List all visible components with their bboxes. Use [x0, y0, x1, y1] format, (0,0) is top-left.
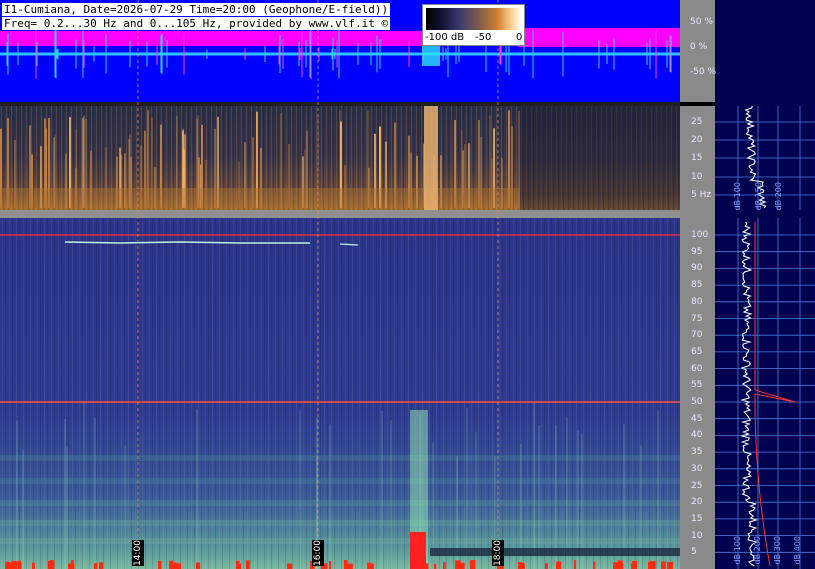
separator-mid — [0, 210, 680, 218]
high-band-red-blob — [434, 563, 437, 569]
low-band-axis-label: 15 — [691, 153, 703, 163]
high-band-red-blob — [99, 562, 104, 569]
waveform-axis-label: -50 % — [690, 67, 717, 77]
bottom-dark-band — [430, 548, 680, 556]
high-band-red-blob — [347, 563, 353, 569]
colorbar-label-max: 0 — [516, 32, 523, 43]
high-band-red-blob — [288, 563, 293, 569]
high-band-red-blob — [574, 560, 577, 569]
colorbar: -100 dB -50 0 — [422, 4, 525, 46]
colorbar-label-mid: -50 — [475, 32, 492, 43]
high-band-red-blob — [71, 560, 74, 569]
profile-lower-label: dB 300 — [773, 536, 782, 565]
high-band-red-blob — [621, 563, 624, 569]
high-band-red-blob — [545, 563, 548, 569]
high-band-red-blob — [650, 560, 656, 569]
high-band-red-blob — [632, 560, 638, 569]
high-band-red-blob — [246, 560, 250, 569]
time-axis-label: 14:00 — [132, 540, 144, 566]
high-band-red-blob — [661, 561, 666, 569]
low-band-axis-label: 25 — [691, 117, 703, 127]
high-band-axis-label: 70 — [691, 330, 703, 341]
high-band-red-blob — [48, 560, 51, 569]
waveform-axis-label: 50 % — [690, 17, 713, 27]
high-band-red-blob — [19, 562, 22, 569]
high-band-red-blob — [236, 563, 241, 569]
high-band-red-blob — [370, 563, 374, 569]
low-band-axis-label: 5 Hz — [691, 190, 712, 200]
high-band-red-blob — [8, 562, 14, 569]
header-frequency: Freq= 0.2...30 Hz and 0...105 Hz, provid… — [2, 17, 391, 30]
high-band-axis-label: 85 — [691, 280, 703, 291]
high-band-axis-label: 50 — [691, 397, 703, 407]
high-band-red-blob — [32, 562, 35, 569]
profile-lower-label: dB 400 — [793, 536, 802, 565]
high-band-axis-label: 40 — [691, 430, 703, 441]
high-band-red-blob — [470, 560, 476, 569]
high-band-red-blob — [329, 561, 332, 569]
high-band-axis-label: 80 — [691, 296, 703, 307]
high-band-red-blob — [196, 562, 201, 569]
high-band-axis-label: 5 — [691, 547, 697, 558]
low-band-bright-burst — [424, 106, 438, 210]
high-band-axis-label: 90 — [691, 263, 703, 274]
high-band-axis-label: 100 — [691, 230, 709, 240]
profile-upper-label: dB 150 — [754, 182, 763, 211]
waveform-magenta-band — [0, 31, 425, 46]
high-band-red-blob — [170, 562, 176, 569]
low-band-dark-right — [520, 106, 680, 210]
low-band-axis-label: 20 — [691, 135, 703, 145]
high-band-axis-label: 15 — [691, 513, 703, 524]
high-band-red-blob — [424, 563, 429, 569]
profile-lower-label: dB 100 — [733, 536, 742, 565]
waveform-axis-label: 0 % — [690, 42, 708, 52]
high-band-red-blob — [459, 562, 465, 569]
high-band-red-blob — [443, 562, 446, 569]
profile-upper-label: dB 200 — [774, 182, 783, 211]
high-band-axis-label: 25 — [691, 480, 703, 491]
high-band-axis-label: 75 — [691, 313, 703, 324]
header-title: I1-Cumiana, Date=2026-07-29 Time=20:00 (… — [2, 3, 391, 16]
profile-lower-label: dB 200 — [753, 536, 762, 565]
high-band-axis-label: 45 — [691, 413, 703, 424]
high-band-red-blob — [556, 561, 562, 569]
high-band-red-blob — [158, 560, 162, 569]
high-band-axis-label: 35 — [691, 447, 703, 458]
high-band-axis-label: 30 — [691, 463, 703, 474]
high-band-red-blob — [613, 562, 619, 569]
low-band-axis-label: 10 — [691, 172, 703, 182]
profile-upper-label: dB 100 — [733, 182, 742, 211]
high-band-axis-label: 10 — [691, 530, 703, 541]
burst-red — [410, 532, 426, 569]
high-band-red-blob — [94, 563, 98, 569]
time-axis-label: 16:00 — [312, 540, 324, 566]
low-band-floor — [0, 188, 520, 210]
colorbar-label-min: -100 dB — [425, 32, 465, 43]
high-band-axis-label: 95 — [691, 246, 703, 257]
high-band-red-blob — [520, 563, 525, 569]
separator-top — [0, 102, 680, 106]
high-band-axis-label: 20 — [691, 497, 703, 508]
high-band-red-blob — [344, 560, 348, 569]
high-band-red-blob — [176, 563, 181, 569]
separator-mid-scale — [680, 210, 715, 218]
high-band-axis-label: 65 — [691, 346, 703, 357]
colorbar-gradient — [426, 8, 521, 30]
high-band-axis-label: 60 — [691, 363, 703, 374]
high-band-red-blob — [667, 561, 673, 569]
high-band-red-blob — [593, 561, 596, 569]
high-band-red-blob — [50, 560, 55, 569]
waveform-burst — [422, 44, 440, 66]
high-band-axis-label: 55 — [691, 380, 703, 391]
time-axis-label: 18:00 — [492, 540, 504, 566]
